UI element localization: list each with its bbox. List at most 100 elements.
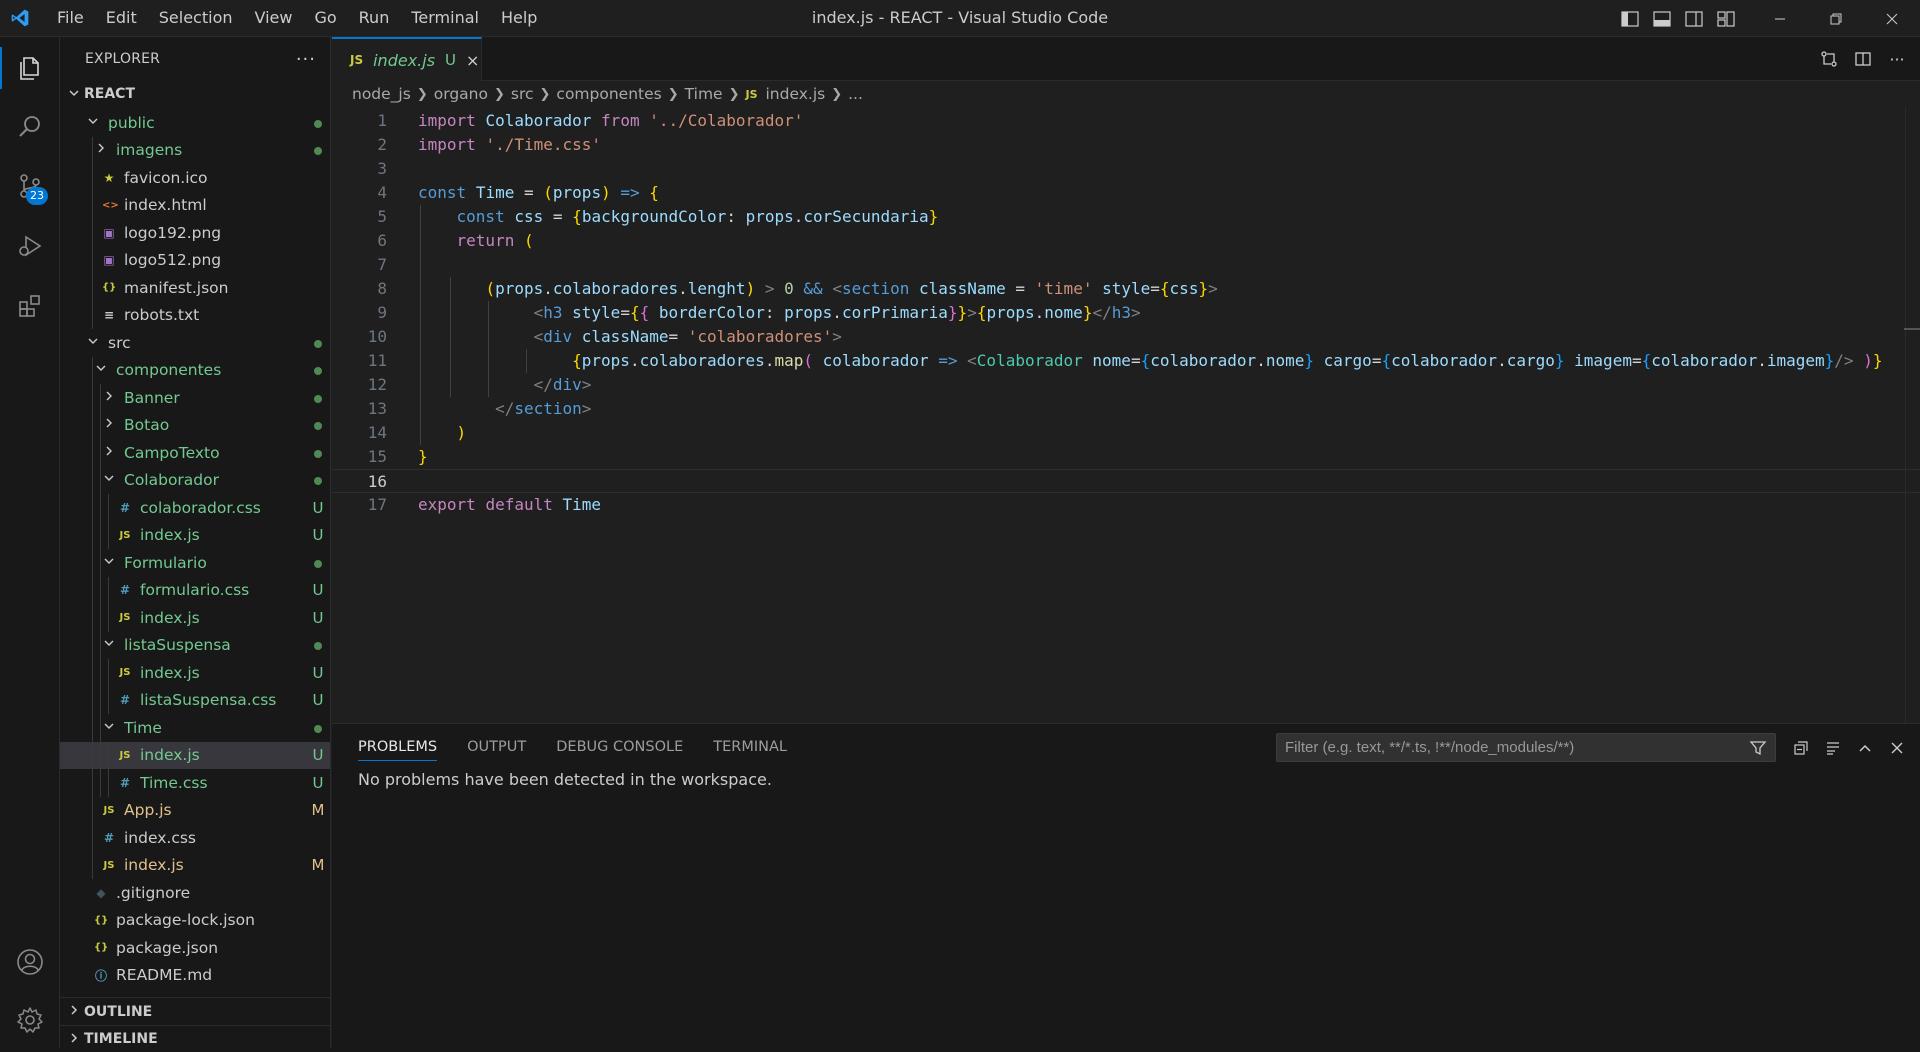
tree-file[interactable]: JS index.js M: [60, 851, 330, 879]
extensions-icon[interactable]: [0, 277, 60, 335]
accounts-icon[interactable]: [0, 933, 60, 991]
tree-file[interactable]: # listaSuspensa.css U: [60, 686, 330, 714]
close-window-icon[interactable]: [1864, 0, 1920, 37]
tree-folder[interactable]: Colaborador: [60, 466, 330, 494]
code-line[interactable]: 12 </div>: [332, 373, 1920, 397]
tree-file[interactable]: JS index.js U: [60, 659, 330, 687]
tree-file[interactable]: {} package.json: [60, 934, 330, 962]
menu-go[interactable]: Go: [303, 4, 347, 32]
code-line[interactable]: 7: [332, 253, 1920, 277]
tree-file[interactable]: ⓘ README.md: [60, 962, 330, 990]
tab-terminal[interactable]: TERMINAL: [713, 724, 787, 770]
menu-file[interactable]: File: [46, 4, 95, 32]
tree-file[interactable]: <> index.html: [60, 191, 330, 219]
tree-folder[interactable]: Time: [60, 714, 330, 742]
tree-item-label: README.md: [116, 966, 213, 985]
code-line[interactable]: 11 {props.colaboradores.map( colaborador…: [332, 349, 1920, 373]
manage-gear-icon[interactable]: [0, 991, 60, 1049]
collapse-all-icon[interactable]: [1788, 735, 1814, 761]
close-panel-icon[interactable]: [1884, 735, 1910, 761]
breadcrumb-item[interactable]: ...: [848, 85, 863, 103]
code-line[interactable]: 5 const css = {backgroundColor: props.co…: [332, 205, 1920, 229]
tree-folder[interactable]: componentes: [60, 356, 330, 384]
tree-file[interactable]: ▣ logo192.png: [60, 219, 330, 247]
tree-file[interactable]: ≡ robots.txt: [60, 301, 330, 329]
tree-file[interactable]: JS App.js M: [60, 796, 330, 824]
menu-edit[interactable]: Edit: [95, 4, 148, 32]
restore-icon[interactable]: [1808, 0, 1864, 37]
minimize-icon[interactable]: [1752, 0, 1808, 37]
code-line[interactable]: 9 <h3 style={{ borderColor: props.corPri…: [332, 301, 1920, 325]
code-line[interactable]: 6 return (: [332, 229, 1920, 253]
toggle-primary-sidebar-icon[interactable]: [1614, 0, 1646, 37]
code-line[interactable]: 16: [332, 469, 1920, 493]
source-control-icon[interactable]: 23: [0, 157, 60, 215]
word-wrap-icon[interactable]: [1820, 735, 1846, 761]
breadcrumb-item[interactable]: src: [511, 85, 534, 103]
tab-index-js[interactable]: JS index.js U ×: [332, 37, 482, 81]
code-line[interactable]: 3: [332, 157, 1920, 181]
run-debug-icon[interactable]: [0, 217, 60, 275]
code-line[interactable]: 10 <div className= 'colaboradores'>: [332, 325, 1920, 349]
tree-file[interactable]: JS index.js U: [60, 604, 330, 632]
problems-filter-input[interactable]: [1285, 739, 1745, 756]
toggle-secondary-sidebar-icon[interactable]: [1678, 0, 1710, 37]
close-tab-icon[interactable]: ×: [466, 51, 479, 70]
open-changes-icon[interactable]: [1816, 46, 1842, 72]
code-line[interactable]: 2 import './Time.css': [332, 133, 1920, 157]
workspace-root-header[interactable]: REACT: [60, 81, 330, 107]
tree-folder[interactable]: public: [60, 109, 330, 137]
tree-folder[interactable]: Banner: [60, 384, 330, 412]
tree-folder[interactable]: Formulario: [60, 549, 330, 577]
tree-file[interactable]: # index.css: [60, 824, 330, 852]
tree-file[interactable]: JS index.js U: [60, 741, 330, 769]
code-line[interactable]: 1 import Colaborador from '../Colaborador…: [332, 109, 1920, 133]
breadcrumb-item[interactable]: index.js: [766, 85, 826, 103]
toggle-panel-icon[interactable]: [1646, 0, 1678, 37]
tree-file[interactable]: ▣ logo512.png: [60, 246, 330, 274]
customize-layout-icon[interactable]: [1710, 0, 1742, 37]
more-actions-icon[interactable]: ···: [1884, 46, 1910, 72]
tree-file[interactable]: # colaborador.css U: [60, 494, 330, 522]
code-line[interactable]: 17 export default Time: [332, 493, 1920, 517]
code-editor[interactable]: 1 import Colaborador from '../Colaborador…: [332, 107, 1920, 517]
explorer-icon[interactable]: [0, 39, 60, 97]
menu-terminal[interactable]: Terminal: [400, 4, 490, 32]
tree-file[interactable]: {} manifest.json: [60, 274, 330, 302]
tree-folder[interactable]: CampoTexto: [60, 439, 330, 467]
tab-debug-console[interactable]: DEBUG CONSOLE: [556, 724, 683, 770]
tree-file[interactable]: {} package-lock.json: [60, 907, 330, 935]
breadcrumb-item[interactable]: organo: [434, 85, 488, 103]
tree-folder[interactable]: Botao: [60, 411, 330, 439]
code-line[interactable]: 4 const Time = (props) => {: [332, 181, 1920, 205]
tree-folder[interactable]: imagens: [60, 136, 330, 164]
indent-guide: [100, 521, 101, 549]
tree-file[interactable]: JS index.js U: [60, 521, 330, 549]
tab-problems[interactable]: PROBLEMS: [358, 724, 438, 770]
maximize-panel-icon[interactable]: [1852, 735, 1878, 761]
tree-folder[interactable]: src: [60, 329, 330, 357]
tab-output[interactable]: OUTPUT: [467, 724, 526, 770]
tree-file[interactable]: ★ favicon.ico: [60, 164, 330, 192]
tree-file[interactable]: # formulario.css U: [60, 576, 330, 604]
breadcrumb-item[interactable]: componentes: [556, 85, 661, 103]
code-line[interactable]: 13 </section>: [332, 397, 1920, 421]
menu-selection[interactable]: Selection: [148, 4, 244, 32]
tree-file[interactable]: # Time.css U: [60, 769, 330, 797]
code-line[interactable]: 8 (props.colaboradores.lenght) > 0 && <s…: [332, 277, 1920, 301]
code-line[interactable]: 15}: [332, 445, 1920, 469]
menu-help[interactable]: Help: [490, 4, 548, 32]
tree-folder[interactable]: listaSuspensa: [60, 631, 330, 659]
split-editor-icon[interactable]: [1850, 46, 1876, 72]
editor-scrollbar[interactable]: [1905, 107, 1906, 723]
tree-file[interactable]: ◆ .gitignore: [60, 879, 330, 907]
code-line[interactable]: 14 ): [332, 421, 1920, 445]
explorer-more-actions-icon[interactable]: ···: [296, 49, 316, 70]
breadcrumb-item[interactable]: node_js: [352, 85, 411, 103]
menu-view[interactable]: View: [244, 4, 304, 32]
search-icon[interactable]: [0, 98, 60, 156]
breadcrumb-item[interactable]: Time: [685, 85, 723, 103]
menu-run[interactable]: Run: [348, 4, 401, 32]
outline-section-header[interactable]: OUTLINE: [60, 997, 330, 1025]
filter-icon[interactable]: [1749, 739, 1767, 761]
